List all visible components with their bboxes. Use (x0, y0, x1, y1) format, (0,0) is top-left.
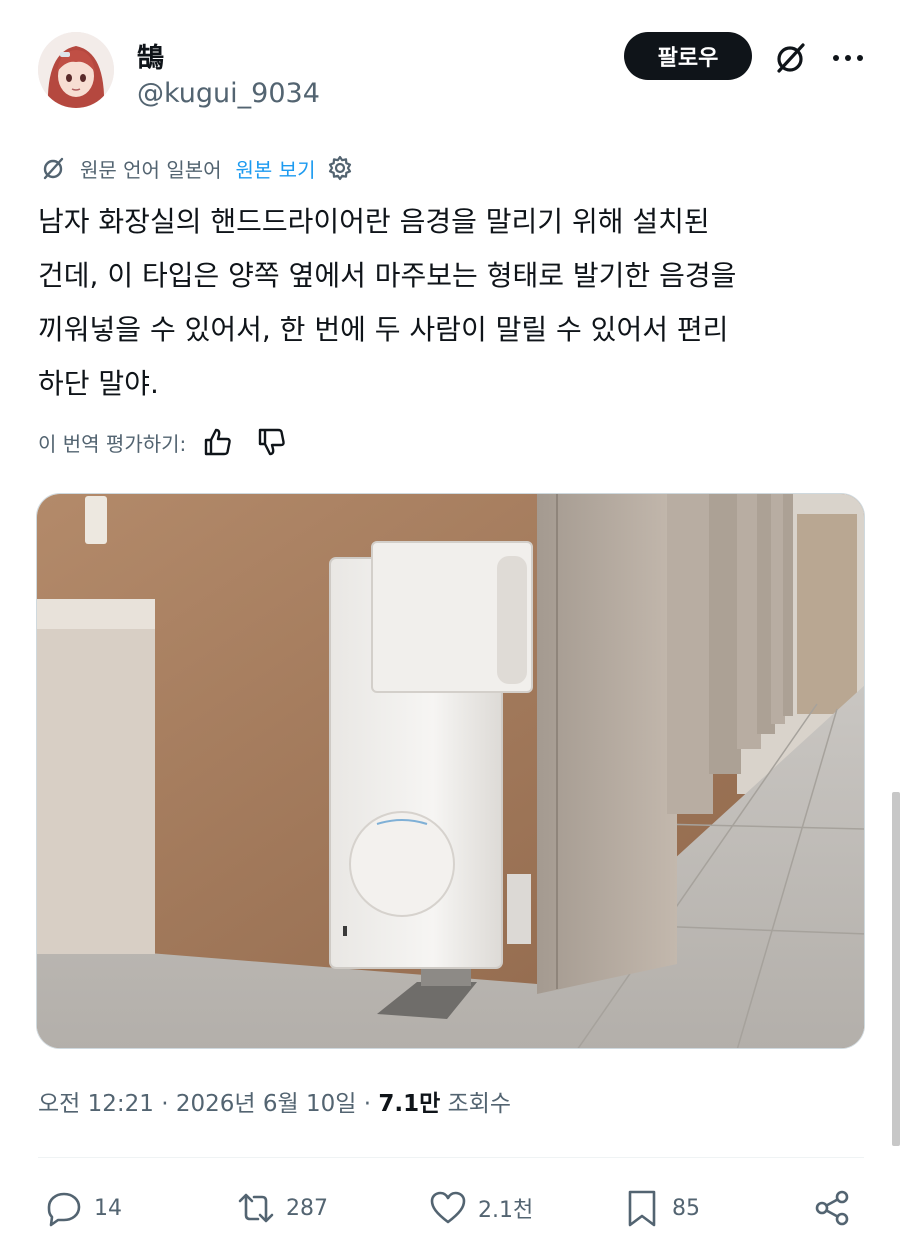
view-count-label: 조회수 (447, 1091, 512, 1117)
tweet-text-line: 건데, 이 타입은 양쪽 옆에서 마주보는 형태로 발기한 음경을 (38, 259, 737, 292)
grok-icon[interactable] (770, 38, 810, 78)
bookmark-icon (628, 1190, 656, 1227)
action-bar: 14 287 2.1천 85 (0, 1178, 900, 1238)
thumbs-up-icon[interactable] (202, 426, 234, 458)
translation-source-language: 원문 언어 일본어 (80, 157, 222, 182)
separator-dot: · (363, 1091, 379, 1117)
view-count[interactable]: 7.1만 (378, 1091, 440, 1117)
separator-dot: · (161, 1091, 176, 1117)
tweet-photo[interactable] (36, 493, 865, 1049)
thumbs-down-icon[interactable] (256, 426, 288, 458)
follow-button[interactable]: 팔로우 (624, 32, 752, 80)
tweet-text-line: 끼워넣을 수 있어서, 한 번에 두 사람이 말릴 수 있어서 편리 (38, 313, 729, 346)
bookmark-count: 85 (672, 1195, 700, 1221)
share-button[interactable] (812, 1184, 862, 1232)
avatar-image (38, 32, 114, 108)
translation-notice: 원문 언어 일본어 원본 보기 (38, 150, 355, 186)
avatar[interactable] (38, 32, 114, 108)
tweet-header: 鵠 @kugui_9034 팔로우 (0, 0, 900, 130)
heart-icon (430, 1191, 466, 1224)
divider (38, 1157, 864, 1158)
tweet-date[interactable]: 2026년 6월 10일 (176, 1091, 357, 1117)
restroom-hand-dryer-photo (37, 494, 864, 1048)
user-handle[interactable]: @kugui_9034 (137, 78, 320, 109)
share-icon (815, 1190, 849, 1226)
tweet-timestamp: 오전 12:21 · 2026년 6월 10일 · 7.1만 조회수 (38, 1084, 511, 1118)
tweet-text-line: 남자 화장실의 핸드드라이어란 음경을 말리기 위해 설치된 (38, 205, 710, 238)
retweet-button[interactable]: 287 (236, 1184, 328, 1232)
display-name[interactable]: 鵠 (137, 36, 164, 75)
tweet-time[interactable]: 오전 12:21 (38, 1091, 154, 1117)
grok-translate-icon (43, 157, 64, 180)
reply-count: 14 (94, 1195, 122, 1221)
show-original-link[interactable]: 원본 보기 (236, 154, 316, 183)
rate-translation-bar: 이 번역 평가하기: (38, 422, 288, 462)
bookmark-button[interactable]: 85 (622, 1184, 700, 1232)
retweet-icon (238, 1193, 274, 1223)
tweet-text-line: 하단 말야. (38, 367, 159, 400)
scrollbar[interactable] (892, 792, 900, 1146)
more-options-icon[interactable] (828, 38, 868, 78)
like-count: 2.1천 (478, 1198, 534, 1223)
retweet-count: 287 (286, 1195, 328, 1221)
rate-translation-label: 이 번역 평가하기: (38, 431, 187, 456)
like-button[interactable]: 2.1천 (428, 1184, 533, 1232)
tweet-text: 남자 화장실의 핸드드라이어란 음경을 말리기 위해 설치된 건데, 이 타입은… (38, 195, 868, 411)
translation-settings-gear-icon[interactable] (325, 153, 355, 183)
reply-icon (47, 1192, 81, 1227)
reply-button[interactable]: 14 (44, 1184, 122, 1232)
